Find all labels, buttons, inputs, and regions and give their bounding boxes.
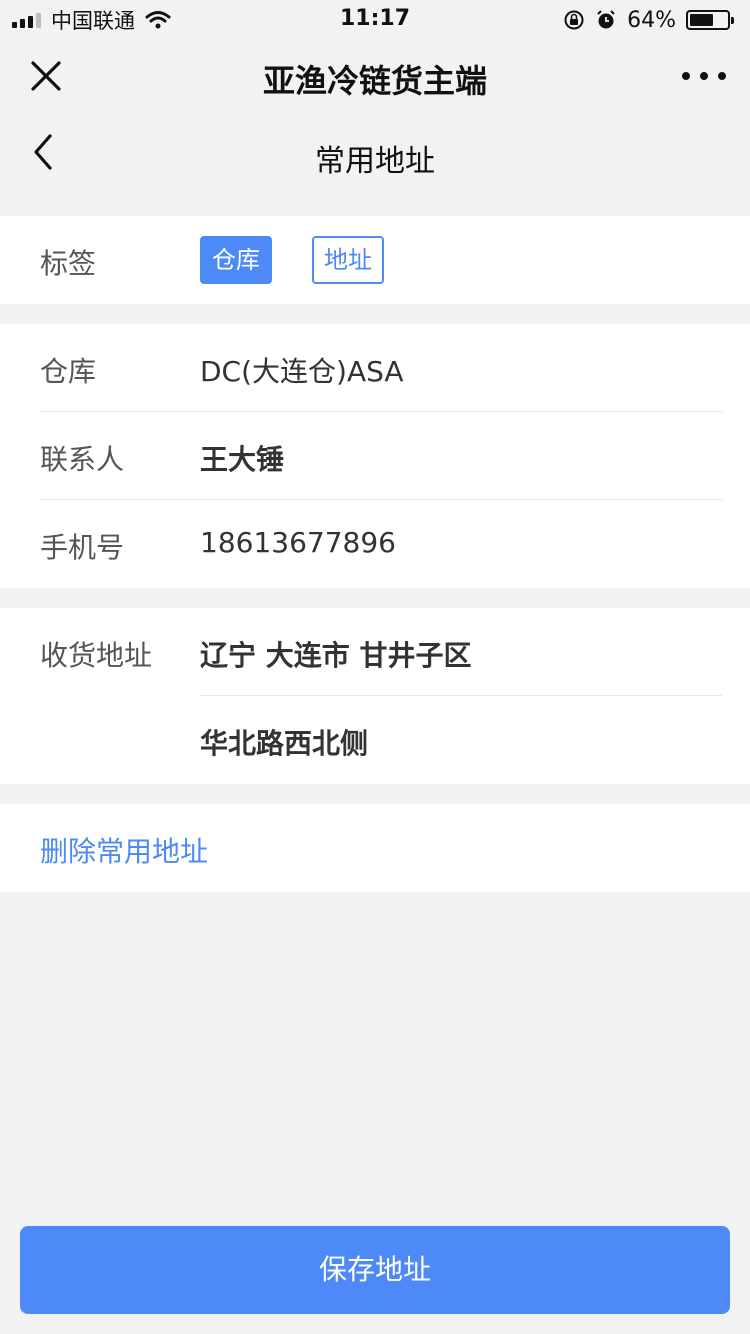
address-label: 收货地址 bbox=[40, 639, 153, 672]
status-right: 64% bbox=[563, 6, 734, 34]
status-bar: 中国联通 11:17 64% bbox=[0, 0, 750, 40]
nav-bar: 常用地址 bbox=[0, 116, 750, 192]
warehouse-value: DC(大连仓)ASA bbox=[200, 355, 404, 388]
tag-section: 标签 仓库 地址 bbox=[0, 216, 750, 304]
page-title: 常用地址 bbox=[315, 144, 435, 179]
address-region-row[interactable]: 收货地址 辽宁 大连市 甘井子区 bbox=[0, 608, 750, 696]
contact-value: 王大锤 bbox=[200, 443, 285, 476]
info-section: 仓库 DC(大连仓)ASA 联系人 王大锤 手机号 18613677896 bbox=[0, 324, 750, 588]
battery-percent: 64% bbox=[627, 7, 676, 33]
warehouse-row[interactable]: 仓库 DC(大连仓)ASA bbox=[0, 324, 750, 412]
address-region-value: 辽宁 大连市 甘井子区 bbox=[200, 639, 472, 672]
tag-row: 标签 仓库 地址 bbox=[0, 216, 750, 304]
tag-label: 标签 bbox=[40, 247, 97, 280]
address-section: 收货地址 辽宁 大连市 甘井子区 华北路西北侧 bbox=[0, 608, 750, 784]
delete-section: 删除常用地址 bbox=[0, 804, 750, 892]
phone-label: 手机号 bbox=[40, 531, 125, 564]
alarm-icon bbox=[597, 10, 615, 29]
contact-label: 联系人 bbox=[40, 443, 125, 476]
app-title: 亚渔冷链货主端 bbox=[262, 62, 487, 100]
phone-row[interactable]: 手机号 18613677896 bbox=[0, 500, 750, 588]
battery-fill bbox=[690, 14, 714, 26]
tag-warehouse-button[interactable]: 仓库 bbox=[200, 236, 272, 284]
address-detail-row[interactable]: 华北路西北侧 bbox=[0, 696, 750, 784]
battery-icon bbox=[686, 10, 734, 30]
warehouse-label: 仓库 bbox=[40, 355, 97, 388]
phone-value: 18613677896 bbox=[200, 526, 396, 559]
delete-address-link[interactable]: 删除常用地址 bbox=[40, 830, 208, 870]
tag-address-button[interactable]: 地址 bbox=[312, 236, 384, 284]
address-detail-value: 华北路西北侧 bbox=[200, 727, 369, 760]
save-address-button[interactable]: 保存地址 bbox=[20, 1226, 730, 1314]
rotation-lock-icon bbox=[564, 10, 584, 30]
app-header: 亚渔冷链货主端 bbox=[0, 40, 750, 116]
more-options-icon[interactable] bbox=[678, 60, 730, 92]
contact-row[interactable]: 联系人 王大锤 bbox=[0, 412, 750, 500]
